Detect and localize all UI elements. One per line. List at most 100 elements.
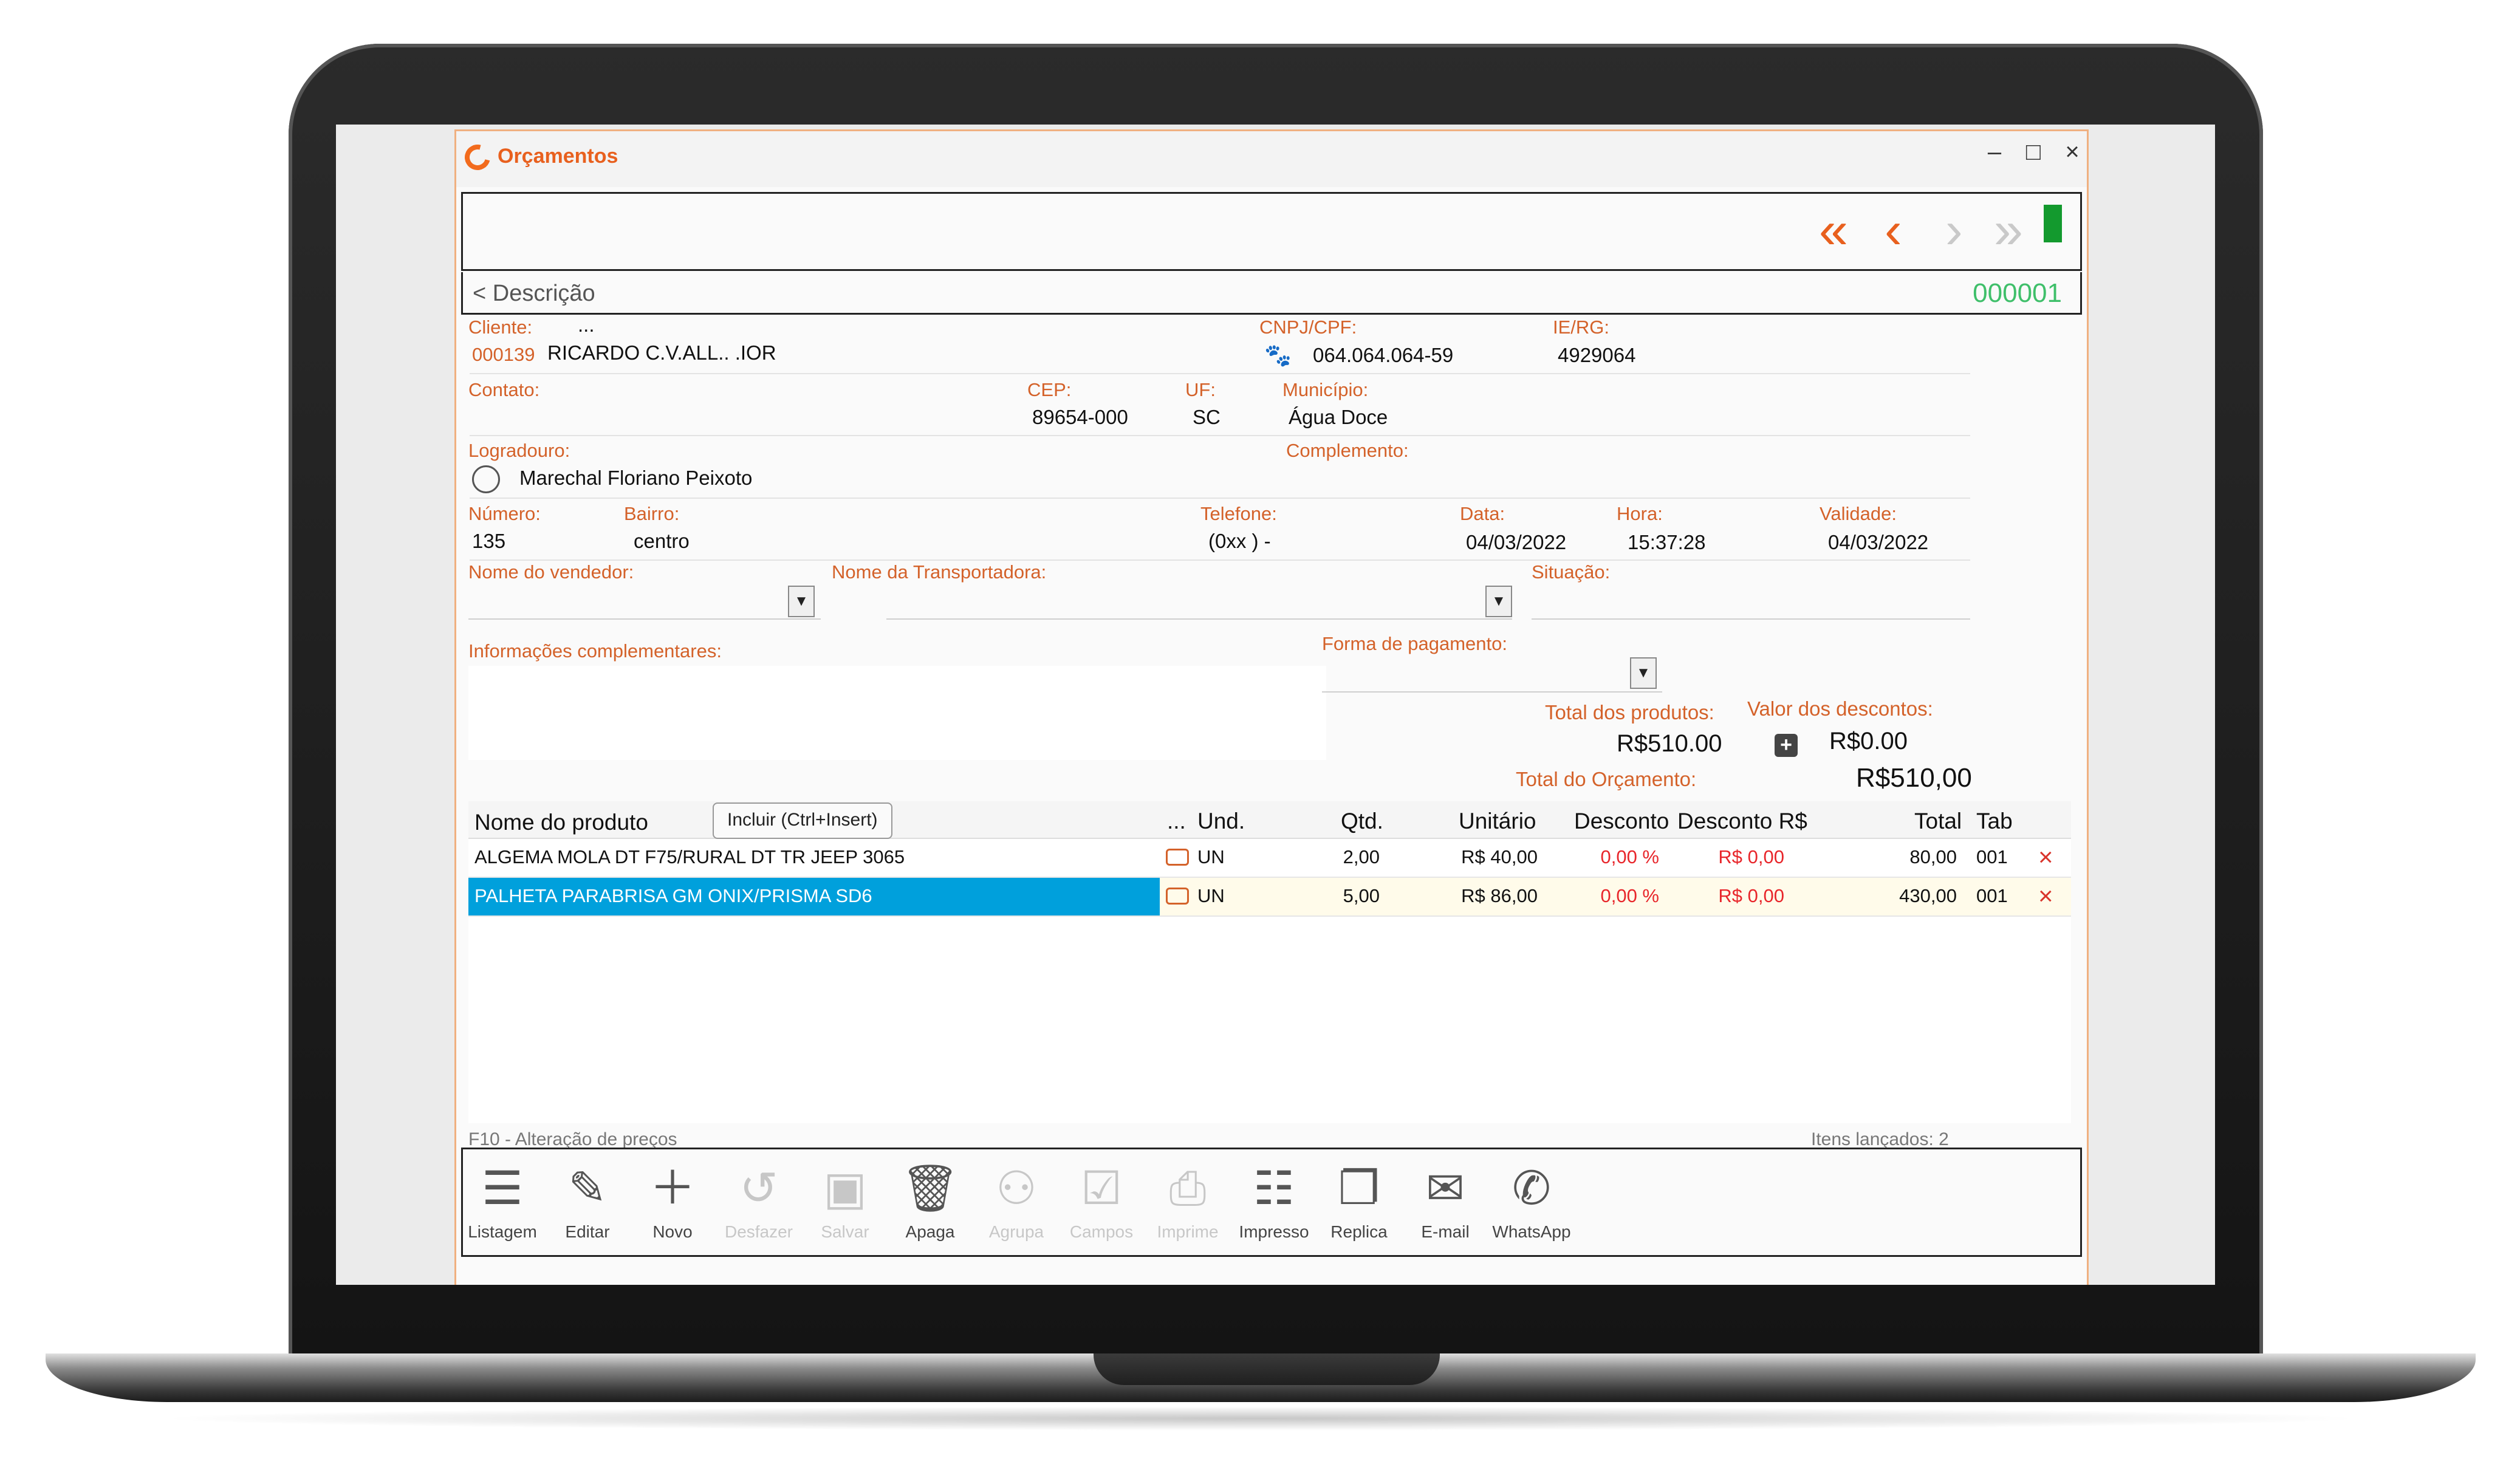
agrupa-label: Agrupa: [988, 1222, 1044, 1241]
agrupa-button[interactable]: ⚇ Agrupa: [977, 1155, 1056, 1253]
editar-button[interactable]: ✎ Editar: [548, 1155, 627, 1253]
impresso-button[interactable]: ☷ Impresso: [1234, 1155, 1313, 1253]
cell-tab[interactable]: 001: [1976, 885, 2008, 907]
whatsapp-icon: ✆: [1512, 1163, 1551, 1214]
col-tab[interactable]: Tab: [1976, 809, 2013, 834]
transportadora-dropdown-icon[interactable]: ▼: [1485, 586, 1512, 617]
table-row[interactable]: ALGEMA MOLA DT F75/RURAL DT TR JEEP 3065…: [468, 839, 2071, 878]
editar-label: Editar: [565, 1222, 610, 1241]
cell-und[interactable]: UN: [1197, 885, 1225, 907]
imprime-button[interactable]: ⎙ Imprime: [1148, 1155, 1227, 1253]
vendedor-field[interactable]: [468, 618, 821, 620]
maximize-icon[interactable]: □: [2015, 139, 2052, 166]
email-button[interactable]: ✉ E-mail: [1406, 1155, 1485, 1253]
hora-value[interactable]: 15:37:28: [1628, 531, 1705, 554]
col-desconto[interactable]: Desconto: [1574, 809, 1669, 834]
comment-icon[interactable]: [1166, 888, 1189, 905]
col-desconto-rs[interactable]: Desconto R$: [1677, 809, 1807, 834]
imprime-label: Imprime: [1157, 1222, 1219, 1241]
transportadora-label: Nome da Transportadora:: [832, 561, 1047, 583]
cliente-label: Cliente:: [468, 316, 533, 338]
laptop-notch: [1094, 1353, 1440, 1385]
situacao-field[interactable]: [1532, 618, 1970, 620]
ie-value[interactable]: 4929064: [1558, 344, 1635, 367]
last-record-icon[interactable]: »: [1994, 201, 2023, 259]
laptop-shadow: [152, 1406, 2369, 1431]
telefone-value[interactable]: (0xx ) -: [1208, 530, 1271, 553]
cell-total[interactable]: 80,00: [1854, 846, 1957, 868]
minimize-icon[interactable]: –: [1976, 139, 2013, 166]
previous-record-icon[interactable]: ‹: [1885, 201, 1902, 259]
cell-desconto-rs[interactable]: R$ 0,00: [1677, 846, 1784, 868]
cell-und[interactable]: UN: [1197, 846, 1225, 868]
paw-icon[interactable]: 🐾: [1264, 343, 1292, 368]
cell-desconto[interactable]: 0,00 %: [1556, 846, 1659, 868]
selected-name-cell[interactable]: PALHETA PARABRISA GM ONIX/PRISMA SD6: [468, 878, 1160, 915]
cell-qtd[interactable]: 5,00: [1307, 885, 1380, 907]
include-product-button[interactable]: Incluir (Ctrl+Insert): [713, 802, 892, 839]
next-record-icon[interactable]: ›: [1945, 201, 1963, 259]
col-und[interactable]: Und.: [1197, 809, 1245, 834]
replica-button[interactable]: ❐ Replica: [1320, 1155, 1399, 1253]
separator: [470, 435, 1970, 436]
col-unitario[interactable]: Unitário: [1459, 809, 1536, 834]
comment-icon[interactable]: [1166, 849, 1189, 866]
col-nome-produto[interactable]: Nome do produto: [474, 810, 648, 835]
cliente-search-button[interactable]: ...: [578, 313, 595, 337]
bairro-value[interactable]: centro: [634, 530, 690, 553]
total-produtos-label: Total dos produtos:: [1545, 701, 1714, 724]
numero-value[interactable]: 135: [472, 530, 505, 553]
record-status-indicator: [2044, 205, 2062, 242]
telefone-label: Telefone:: [1200, 503, 1277, 524]
cell-total[interactable]: 430,00: [1854, 885, 1957, 907]
cell-qtd[interactable]: 2,00: [1307, 846, 1380, 868]
data-value[interactable]: 04/03/2022: [1466, 531, 1566, 554]
situacao-label: Situação:: [1532, 561, 1611, 583]
col-more[interactable]: ...: [1167, 809, 1186, 834]
listagem-button[interactable]: ☰ Listagem: [463, 1155, 542, 1253]
logradouro-value[interactable]: Marechal Floriano Peixoto: [519, 467, 752, 490]
validade-value[interactable]: 04/03/2022: [1828, 531, 1928, 554]
window-title: Orçamentos: [498, 145, 618, 168]
cell-desconto-rs[interactable]: R$ 0,00: [1677, 885, 1784, 907]
municipio-value[interactable]: Água Doce: [1289, 406, 1388, 429]
cell-unitario[interactable]: R$ 86,00: [1434, 885, 1538, 907]
first-record-icon[interactable]: «: [1819, 201, 1848, 259]
cell-nome[interactable]: ALGEMA MOLA DT F75/RURAL DT TR JEEP 3065: [474, 846, 905, 868]
whatsapp-button[interactable]: ✆ WhatsApp: [1492, 1155, 1571, 1253]
transportadora-field[interactable]: [886, 618, 1512, 620]
valor-descontos-value: R$0.00: [1829, 728, 1908, 754]
col-total[interactable]: Total: [1914, 809, 1962, 834]
uf-value[interactable]: SC: [1193, 406, 1221, 429]
forma-pagamento-dropdown-icon[interactable]: ▼: [1630, 657, 1657, 689]
vendedor-dropdown-icon[interactable]: ▼: [788, 586, 815, 617]
cliente-code[interactable]: 000139: [472, 344, 535, 366]
col-qtd[interactable]: Qtd.: [1341, 809, 1383, 834]
cell-tab[interactable]: 001: [1976, 846, 2008, 868]
forma-pagamento-field[interactable]: [1322, 691, 1662, 693]
campos-button[interactable]: ☑ Campos: [1062, 1155, 1141, 1253]
cell-unitario[interactable]: R$ 40,00: [1434, 846, 1538, 868]
info-complementares-textarea[interactable]: [468, 666, 1326, 760]
cnpj-value[interactable]: 064.064.064-59: [1313, 344, 1453, 367]
globe-icon[interactable]: [472, 465, 500, 493]
desfazer-label: Desfazer: [724, 1222, 793, 1241]
cell-nome[interactable]: PALHETA PARABRISA GM ONIX/PRISMA SD6: [474, 885, 872, 907]
desfazer-button[interactable]: ↺ Desfazer: [719, 1155, 798, 1253]
table-row-selected[interactable]: PALHETA PARABRISA GM ONIX/PRISMA SD6 UN …: [468, 878, 2071, 917]
description-toggle[interactable]: < Descrição: [473, 281, 595, 307]
close-icon[interactable]: ×: [2054, 139, 2090, 166]
app-logo-icon: [460, 140, 495, 175]
cell-desconto[interactable]: 0,00 %: [1556, 885, 1659, 907]
cep-value[interactable]: 89654-000: [1032, 406, 1128, 429]
salvar-button[interactable]: ▣ Salvar: [806, 1155, 885, 1253]
status-items-count: Itens lançados: 2: [1811, 1129, 1949, 1149]
apaga-button[interactable]: 🗑 Apaga: [891, 1155, 970, 1253]
delete-row-icon[interactable]: ×: [2038, 881, 2053, 911]
separator: [470, 498, 1970, 499]
add-discount-icon[interactable]: +: [1775, 734, 1798, 757]
navigation-toolbar: « ‹ › »: [461, 192, 2082, 271]
delete-row-icon[interactable]: ×: [2038, 843, 2053, 872]
cliente-name[interactable]: RICARDO C.V.ALL.. .IOR: [547, 341, 776, 364]
novo-button[interactable]: ＋ Novo: [633, 1155, 712, 1253]
